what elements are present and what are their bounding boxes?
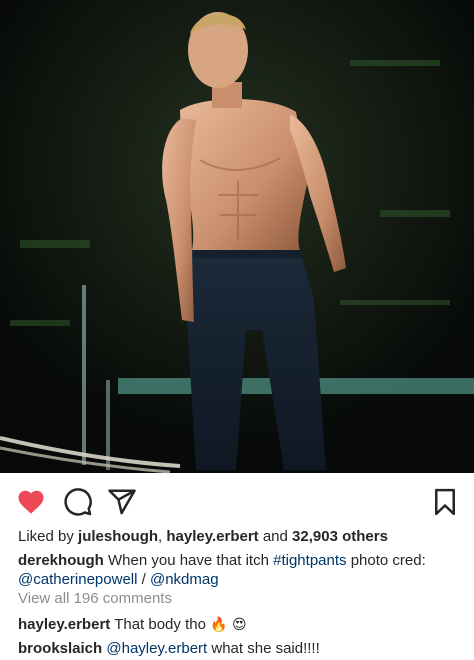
comment-text: what she said!!!! <box>211 640 320 657</box>
comment-item: brookslaich @hayley.erbert what she said… <box>18 640 320 658</box>
caption-hashtag[interactable]: #tightpants <box>273 552 346 569</box>
comment-text: That body tho <box>114 616 206 633</box>
caption-text: When you have that itch <box>108 552 269 569</box>
liked-by-prefix: Liked by <box>18 528 74 545</box>
liked-separator: , <box>158 528 163 545</box>
post-caption: derekhough When you have that itch #tigh… <box>18 551 462 589</box>
comment-username[interactable]: brookslaich <box>18 640 102 657</box>
caption-mention[interactable]: @catherinepowell <box>18 571 137 588</box>
heart-icon[interactable] <box>16 487 46 517</box>
post-photo[interactable] <box>0 0 474 473</box>
bookmark-icon[interactable] <box>430 487 460 517</box>
comment-icon[interactable] <box>63 487 93 517</box>
caption-mention[interactable]: @nkdmag <box>150 571 219 588</box>
comment-username[interactable]: hayley.erbert <box>18 616 110 633</box>
likes-summary: Liked by juleshough, hayley.erbert and 3… <box>18 528 388 546</box>
liked-and: and <box>262 528 288 545</box>
post-action-bar <box>0 473 474 529</box>
caption-slash: / <box>141 571 146 588</box>
likes-count[interactable]: 32,903 others <box>292 528 388 545</box>
caption-text-2: photo cred: <box>350 552 426 569</box>
view-all-comments-link[interactable]: View all 196 comments <box>18 590 172 608</box>
comment-item: hayley.erbert That body tho 🔥 😍 <box>18 616 247 634</box>
liked-by-user[interactable]: juleshough <box>78 528 158 545</box>
liked-by-user[interactable]: hayley.erbert <box>166 528 258 545</box>
comment-mention[interactable]: @hayley.erbert <box>106 640 207 657</box>
caption-username[interactable]: derekhough <box>18 552 104 569</box>
comment-emoji: 🔥 😍 <box>210 617 247 633</box>
post-image <box>0 0 474 473</box>
share-icon[interactable] <box>107 487 137 517</box>
